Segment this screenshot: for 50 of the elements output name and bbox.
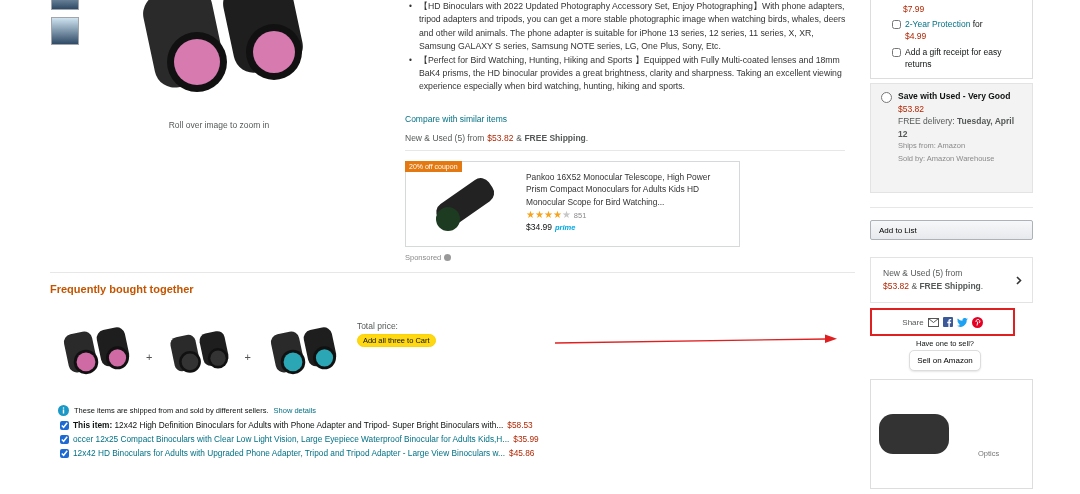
- bullet-marker: •: [409, 0, 412, 13]
- thumbnail-image[interactable]: [51, 17, 79, 45]
- product-title[interactable]: Pankoo 16X52 Monocular Telescope, High Power Prism Compact Monoculars for Adults Kids HD Monocular Scope for Bird Watching...: [526, 170, 726, 209]
- bullet-marker: •: [409, 53, 412, 67]
- plus-sign: +: [244, 351, 251, 363]
- option-text: for: [972, 19, 983, 29]
- delivery-text: FREE delivery: Tuesday, April 12: [898, 115, 1016, 140]
- photo-placeholder: [879, 414, 949, 454]
- used-price: $53.82: [898, 102, 925, 115]
- item-price: $58.53: [507, 420, 533, 430]
- product-price: $34.99: [526, 222, 552, 233]
- section-heading: Frequently bought together: [50, 283, 195, 295]
- shipping-text: & FREE Shipping.: [516, 131, 589, 144]
- item-price: $35.99: [513, 434, 539, 444]
- item-checkbox[interactable]: [60, 434, 69, 444]
- option-checkbox[interactable]: [892, 20, 901, 29]
- item-price: $45.86: [509, 448, 535, 458]
- total-price-label: Total price:: [356, 321, 399, 331]
- shipping-text: & FREE Shipping.: [911, 281, 984, 291]
- protection-price: $7.99: [903, 4, 926, 14]
- item-checkbox[interactable]: [60, 420, 69, 430]
- plus-sign: +: [146, 351, 153, 363]
- offer-text: New & Used (5) from: [883, 267, 964, 280]
- facebook-icon[interactable]: [942, 317, 953, 327]
- protection-link[interactable]: 2-Year Protection: [905, 19, 971, 29]
- item-title[interactable]: 12x42 HD Binoculars for Adults with Upgraded Phone Adapter, Tripod and Tripod Adapter - Large View Binoculars w...: [73, 448, 505, 458]
- item-checkbox[interactable]: [60, 448, 69, 458]
- protection-price: $4.99: [905, 31, 927, 41]
- feature-bullet: 【Perfect for Bird Watching, Hunting, Hiking and Sports 】Equipped with Fully Multi-coated lenses and 18mm BaK4 prisms, the HD binocular provides a great brightness, clarity and sharpness. Taking an excellent viewing experience especially when bird watching, hunting, hiking and sports.: [418, 53, 843, 94]
- offer-text: New & Used (5) from: [405, 131, 485, 144]
- share-label: Share: [902, 317, 924, 327]
- offer-radio[interactable]: [881, 92, 892, 103]
- pinterest-icon[interactable]: [971, 316, 983, 328]
- star-rating: ★★★★★: [526, 210, 571, 221]
- twitter-icon[interactable]: [956, 317, 968, 327]
- compare-link[interactable]: Compare with similar items: [405, 112, 508, 125]
- offer-price: $53.82: [487, 131, 514, 144]
- add-to-list-button[interactable]: Add to List: [870, 220, 1033, 240]
- sell-on-amazon-button[interactable]: Sell on Amazon: [909, 350, 981, 371]
- mail-icon[interactable]: [927, 317, 939, 327]
- feature-bullet: 【HD Binoculars with 2022 Updated Photography Accessory Set, Enjoy Photographing】With phone adapters, tripod adapters and tripods, you can get a more stable photographic image when watching birds, whales, deers and other wild animals. The phone adapter is suitable for iPhone 13 series, 12 series, 11 series, X, XR, Samsung GALAXY S series, Samsung NOTE series, LG, One Plus, Sony, Etc.: [418, 0, 847, 54]
- option-text: Add a gift receipt for easy returns: [905, 46, 1003, 70]
- new-used-panel[interactable]: New & Used (5) from $53.82 & FREE Shipping.: [870, 257, 1033, 303]
- item-title[interactable]: This item: 12x42 High Definition Binoculars for Adults with Phone Adapter and Tripod- Super Bright Binoculars with...: [73, 420, 504, 430]
- chevron-right-icon: [1016, 275, 1022, 285]
- item-title[interactable]: occer 12x25 Compact Binoculars with Clear Low Light Vision, Large Eyepiece Waterproof Binocular for Adults Kids,H...: [73, 434, 510, 444]
- option-checkbox[interactable]: [892, 48, 901, 57]
- offer-price: $53.82: [883, 281, 909, 291]
- offer-title: Save with Used - Very Good: [898, 90, 1012, 103]
- zoom-hint: Roll over image to zoom in: [168, 120, 270, 130]
